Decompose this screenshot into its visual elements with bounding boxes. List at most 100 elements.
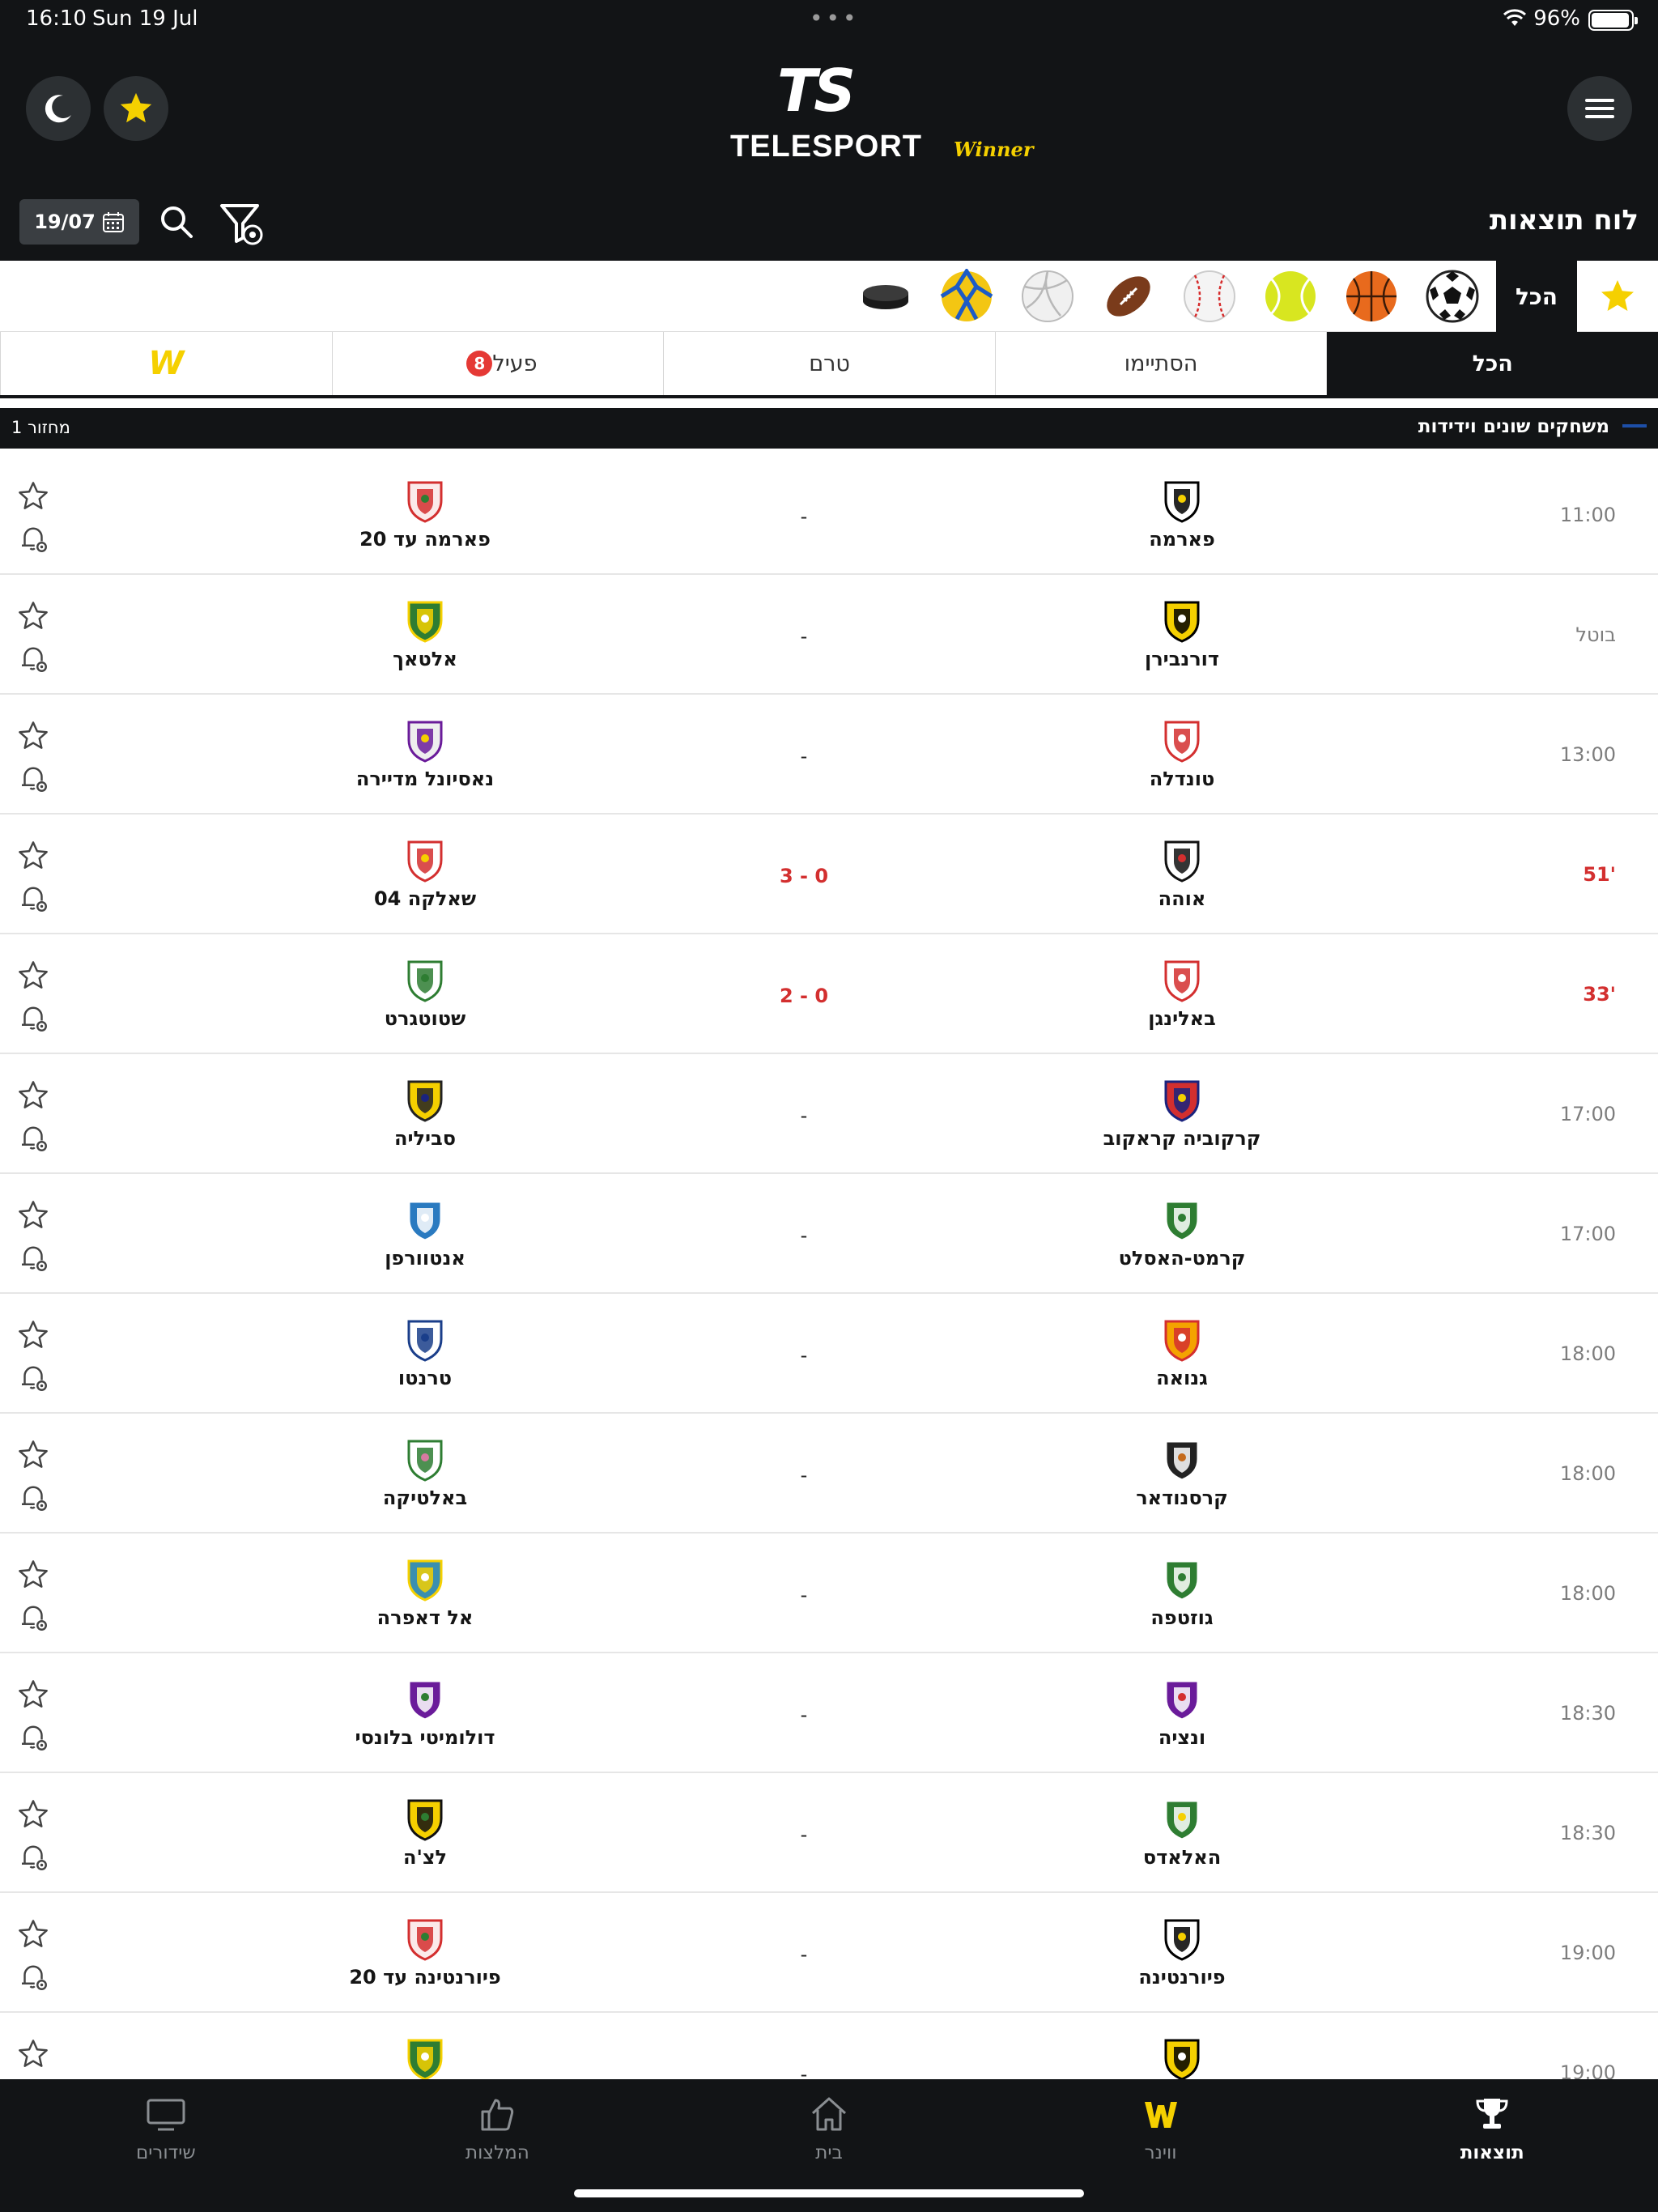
notification-bell-icon[interactable]	[16, 1360, 50, 1394]
match-row[interactable]: 11:00 פארמה - פארמה עד 20	[0, 455, 1658, 575]
notification-bell-icon[interactable]	[16, 521, 50, 555]
tab-live[interactable]: פעיל 8	[331, 332, 664, 395]
home-team[interactable]	[1101, 2035, 1263, 2079]
favorite-star-icon[interactable]	[16, 599, 50, 633]
away-team[interactable]: שאלקה 04	[344, 837, 506, 910]
soccer-ball-icon[interactable]	[1425, 269, 1480, 324]
home-team[interactable]: פארמה	[1101, 478, 1263, 551]
away-team[interactable]: אל דאפרה	[344, 1556, 506, 1629]
notification-bell-icon[interactable]	[16, 761, 50, 795]
notification-bell-icon[interactable]	[16, 1240, 50, 1274]
away-team[interactable]: דולומיטי בלונסי	[344, 1676, 506, 1749]
match-time: 51'	[1583, 863, 1616, 886]
away-team[interactable]: לצ'ה	[344, 1796, 506, 1869]
nav-tv[interactable]: שידורים	[0, 2079, 332, 2184]
notification-bell-icon[interactable]	[16, 881, 50, 915]
filter-settings-icon[interactable]	[217, 199, 266, 248]
away-team[interactable]: באלטיקה	[344, 1436, 506, 1509]
home-team-name: פיורנטינה	[1138, 1966, 1226, 1989]
tab-all[interactable]: הכל	[1326, 332, 1658, 395]
favorite-star-icon[interactable]	[16, 1797, 50, 1831]
dark-mode-button[interactable]	[26, 76, 91, 141]
nav-trophy[interactable]: תוצאות	[1326, 2079, 1658, 2184]
match-row[interactable]: 17:00 קרמט-האסלט - אנטוורפן	[0, 1174, 1658, 1294]
away-team[interactable]: שטוטגרט	[344, 957, 506, 1030]
home-team[interactable]: ונציה	[1101, 1676, 1263, 1749]
favorite-star-icon[interactable]	[16, 719, 50, 753]
away-team[interactable]: סביליה	[344, 1077, 506, 1150]
tab-finished[interactable]: הסתיימו	[994, 332, 1327, 395]
multitasking-dots-icon[interactable]: •••	[810, 5, 860, 32]
nav-home[interactable]: בית	[663, 2079, 995, 2184]
match-row[interactable]: 13:00 טונדלה - נאסיונל מדיירה	[0, 695, 1658, 815]
match-row[interactable]: 51' אוהה 3 - 0 שאלקה 04	[0, 815, 1658, 934]
home-team[interactable]: טונדלה	[1101, 717, 1263, 790]
notification-bell-icon[interactable]	[16, 1121, 50, 1155]
american-football-icon[interactable]	[1101, 269, 1156, 324]
home-team[interactable]: גנואה	[1101, 1317, 1263, 1389]
favorite-star-icon[interactable]	[16, 1438, 50, 1472]
favorite-star-icon[interactable]	[16, 839, 50, 873]
home-team[interactable]: דורנבירן	[1101, 598, 1263, 670]
home-team[interactable]: האלאדס	[1101, 1796, 1263, 1869]
league-header[interactable]: משחקים שונים וידידות מחזור 1	[0, 408, 1658, 449]
menu-button[interactable]	[1567, 76, 1632, 141]
favorite-star-icon[interactable]	[16, 959, 50, 993]
favorites-button[interactable]	[104, 76, 168, 141]
favorite-star-icon[interactable]	[16, 1318, 50, 1352]
away-team[interactable]: טרנטו	[344, 1317, 506, 1389]
status-bar: 16:10 Sun 19 Jul ••• 96%	[0, 0, 1658, 39]
favorite-star-icon[interactable]	[16, 1558, 50, 1592]
notification-bell-icon[interactable]	[16, 1480, 50, 1514]
volleyball-icon[interactable]	[1020, 269, 1075, 324]
notification-bell-icon[interactable]	[16, 1840, 50, 1874]
match-row[interactable]: בוטל דורנבירן - אלטאך	[0, 575, 1658, 695]
nav-winner[interactable]: ווינר	[995, 2079, 1327, 2184]
notification-bell-icon[interactable]	[16, 1720, 50, 1754]
favorite-star-icon[interactable]	[16, 1678, 50, 1712]
away-team[interactable]: אנטוורפן	[344, 1197, 506, 1270]
nav-thumbs-up[interactable]: המלצות	[332, 2079, 664, 2184]
match-row[interactable]: 19:00 -	[0, 2013, 1658, 2079]
home-team[interactable]: פיורנטינה	[1101, 1916, 1263, 1989]
home-team[interactable]: קרמט-האסלט	[1101, 1197, 1263, 1270]
tennis-ball-icon[interactable]	[1263, 269, 1318, 324]
notification-bell-icon[interactable]	[16, 1001, 50, 1035]
away-team[interactable]	[344, 2035, 506, 2079]
away-team[interactable]: אלטאך	[344, 598, 506, 670]
match-row[interactable]: 33' באלינגן 2 - 0 שטוטגרט	[0, 934, 1658, 1054]
baseball-icon[interactable]	[1182, 269, 1237, 324]
favorite-star-icon[interactable]	[16, 1078, 50, 1112]
home-team[interactable]: קרקוביה קראקוב	[1101, 1077, 1263, 1150]
match-row[interactable]: 18:30 האלאדס - לצ'ה	[0, 1773, 1658, 1893]
favorite-star-icon[interactable]	[16, 479, 50, 513]
match-row[interactable]: 17:00 קרקוביה קראקוב - סביליה	[0, 1054, 1658, 1174]
basketball-icon[interactable]	[1344, 269, 1399, 324]
tab-winner[interactable]: W	[0, 332, 332, 395]
away-team[interactable]: נאסיונל מדיירה	[344, 717, 506, 790]
home-team[interactable]: אוהה	[1101, 837, 1263, 910]
match-row[interactable]: 19:00 פיורנטינה - פיורנטינה עד 20	[0, 1893, 1658, 2013]
date-picker-button[interactable]: 19/07	[19, 199, 139, 245]
home-team[interactable]: גוזטפה	[1101, 1556, 1263, 1629]
notification-bell-icon[interactable]	[16, 641, 50, 675]
tab-not-started[interactable]: טרם	[663, 332, 995, 395]
search-icon[interactable]	[159, 202, 194, 241]
away-team[interactable]: פיורנטינה עד 20	[344, 1916, 506, 1989]
home-team[interactable]: באלינגן	[1101, 957, 1263, 1030]
match-row[interactable]: 18:30 ונציה - דולומיטי בלונסי	[0, 1653, 1658, 1773]
match-row[interactable]: 18:00 גנואה - טרנטו	[0, 1294, 1658, 1414]
hockey-puck-icon[interactable]	[858, 269, 913, 324]
sport-all-tab[interactable]: הכל	[1496, 261, 1577, 332]
match-row[interactable]: 18:00 קרסנודאר - באלטיקה	[0, 1414, 1658, 1534]
favorite-star-icon[interactable]	[16, 2037, 50, 2071]
notification-bell-icon[interactable]	[16, 1959, 50, 1993]
home-team[interactable]: קרסנודאר	[1101, 1436, 1263, 1509]
sport-favorites-tab[interactable]	[1577, 261, 1658, 332]
match-row[interactable]: 18:00 גוזטפה - אל דאפרה	[0, 1534, 1658, 1653]
handball-icon[interactable]	[939, 269, 994, 324]
away-team[interactable]: פארמה עד 20	[344, 478, 506, 551]
favorite-star-icon[interactable]	[16, 1917, 50, 1951]
notification-bell-icon[interactable]	[16, 1600, 50, 1634]
favorite-star-icon[interactable]	[16, 1198, 50, 1232]
